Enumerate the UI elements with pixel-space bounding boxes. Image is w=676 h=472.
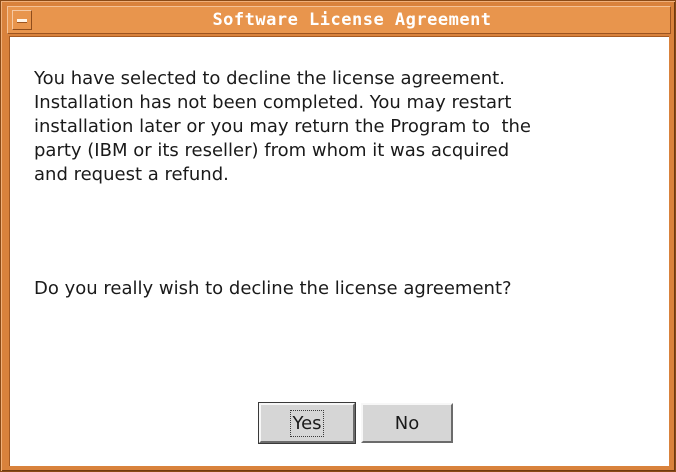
yes-button-label: Yes	[290, 410, 324, 437]
dialog-window: Software License Agreement You have sele…	[0, 0, 676, 472]
message-line: party (IBM or its reseller) from whom it…	[34, 140, 510, 161]
confirm-question: Do you really wish to decline the licens…	[34, 278, 512, 299]
window-menu-button[interactable]	[12, 10, 32, 30]
message-line: installation later or you may return the…	[34, 116, 532, 137]
title-bar[interactable]: Software License Agreement	[7, 6, 671, 34]
no-button[interactable]: No	[361, 403, 453, 443]
decline-message: You have selected to decline the license…	[34, 67, 664, 187]
dialog-content: You have selected to decline the license…	[9, 36, 669, 466]
yes-button[interactable]: Yes	[258, 402, 356, 444]
message-line: and request a refund.	[34, 164, 229, 185]
window-title: Software License Agreement	[212, 10, 492, 30]
message-line: Installation has not been completed. You…	[34, 92, 512, 113]
window-menu-icon	[17, 19, 27, 23]
message-line: You have selected to decline the license…	[34, 68, 505, 89]
